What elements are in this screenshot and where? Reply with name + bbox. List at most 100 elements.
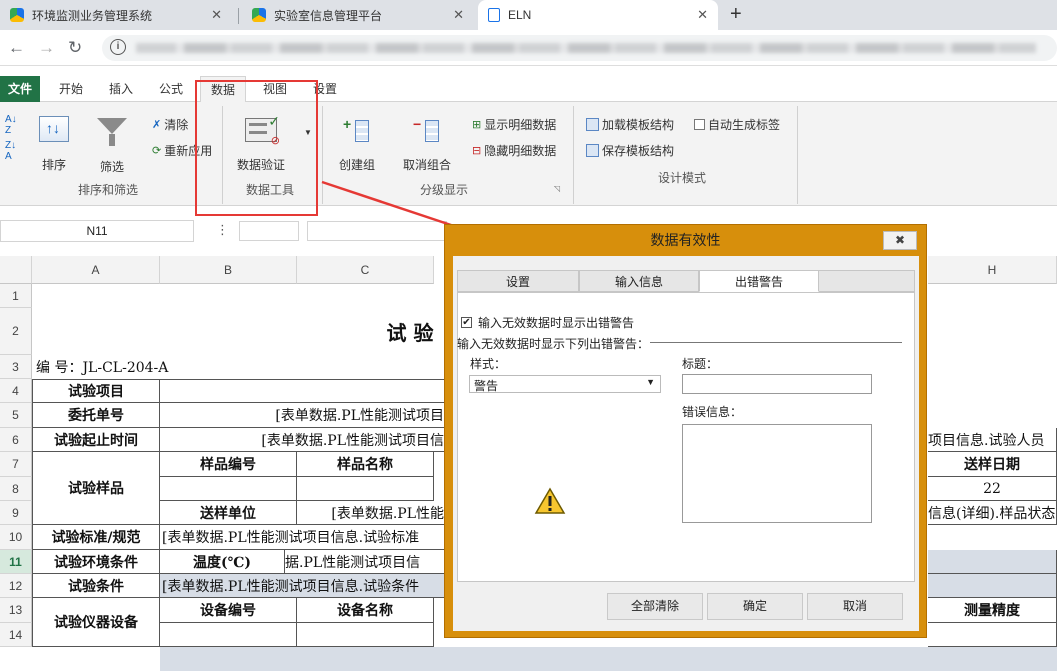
cell-temperature-value[interactable]: 据.PL性能测试项目信: [285, 550, 445, 574]
cell-temperature[interactable]: 温度(℃): [160, 550, 285, 574]
more-options-icon[interactable]: ⋮: [216, 222, 229, 238]
row-header-14[interactable]: 14: [0, 623, 32, 647]
column-header-c[interactable]: C: [297, 256, 434, 284]
cell-device-no[interactable]: [160, 623, 297, 647]
sort-button[interactable]: ↑↓ 排序: [34, 116, 74, 173]
filter-button[interactable]: 筛选: [92, 116, 132, 175]
close-tab-icon[interactable]: ✕: [211, 7, 222, 23]
cell-test-standard[interactable]: [表单数据.PL性能测试项目信息.试验标准: [160, 525, 445, 550]
cell-delivery-date[interactable]: 22: [928, 477, 1057, 501]
cell-test-condition-ext[interactable]: [928, 574, 1057, 598]
browser-tab-env[interactable]: 环境监测业务管理系统 ✕: [0, 0, 232, 30]
clear-all-button[interactable]: 全部清除: [607, 593, 703, 620]
row-header-10[interactable]: 10: [0, 525, 32, 550]
row-header-6[interactable]: 6: [0, 428, 32, 452]
cell-order-no[interactable]: [表单数据.PL性能测试项目: [160, 403, 445, 428]
cancel-button[interactable]: 取消: [807, 593, 903, 620]
clear-button[interactable]: ✗ 清除: [152, 116, 188, 133]
new-tab-button[interactable]: +: [730, 3, 742, 26]
title-input[interactable]: [682, 374, 872, 394]
auto-tag-checkbox[interactable]: 自动生成标签: [694, 116, 780, 133]
ok-button[interactable]: 确定: [707, 593, 803, 620]
label-test-sample[interactable]: 试验样品: [32, 452, 160, 525]
row-header-4[interactable]: 4: [0, 379, 32, 403]
save-template-label: 保存模板结构: [602, 144, 675, 158]
sheet-title[interactable]: 试 验: [380, 308, 440, 355]
cell-precision[interactable]: [928, 623, 1057, 647]
cell-test-period[interactable]: [表单数据.PL性能测试项目信: [160, 428, 445, 452]
tab-input-message[interactable]: 输入信息: [579, 270, 699, 292]
show-detail-button[interactable]: ⊞ 显示明细数据: [472, 116, 556, 133]
cell-test-condition[interactable]: [表单数据.PL性能测试项目信息.试验条件: [160, 574, 445, 598]
sort-ascending-icon[interactable]: A↓ Z: [5, 114, 17, 136]
label-instruments[interactable]: 试验仪器设备: [32, 598, 160, 647]
back-arrow-icon[interactable]: ←: [8, 38, 25, 58]
cell-test-staff[interactable]: 项目信息.试验人员: [928, 428, 1057, 452]
tab-settings[interactable]: 设置: [457, 270, 579, 292]
ungroup-button[interactable]: − 取消组合: [400, 116, 454, 173]
label-env-condition[interactable]: 试验环境条件: [32, 550, 160, 574]
cell-sample-name[interactable]: [297, 477, 434, 501]
row-header-5[interactable]: 5: [0, 403, 32, 428]
cell-sample-state[interactable]: 信息(详细).样品状态: [928, 501, 1057, 525]
select-all-corner[interactable]: [0, 256, 32, 284]
column-header-h[interactable]: H: [928, 256, 1057, 284]
load-template-button[interactable]: 加载模板结构: [586, 116, 674, 133]
column-header-b[interactable]: B: [160, 256, 297, 284]
error-message-textarea[interactable]: [682, 424, 872, 523]
show-detail-label: 显示明细数据: [484, 118, 557, 132]
info-icon[interactable]: i: [110, 39, 126, 55]
cell-selected-row[interactable]: [928, 550, 1057, 574]
close-tab-icon[interactable]: ✕: [697, 7, 708, 23]
create-group-button[interactable]: + 创建组: [333, 116, 381, 173]
label-test-period[interactable]: 试验起止时间: [32, 428, 160, 452]
warning-icon: [534, 487, 566, 514]
formula-options-box[interactable]: [239, 221, 299, 241]
label-test-standard[interactable]: 试验标准/规范: [32, 525, 160, 550]
tab-formula[interactable]: 公式: [152, 76, 190, 102]
tab-file[interactable]: 文件: [0, 76, 40, 102]
label-test-item[interactable]: 试验项目: [32, 379, 160, 403]
header-device-name[interactable]: 设备名称: [297, 598, 434, 623]
header-sample-name[interactable]: 样品名称: [297, 452, 434, 477]
hide-detail-button[interactable]: ⊟ 隐藏明细数据: [472, 142, 556, 159]
header-sample-no[interactable]: 样品编号: [160, 452, 297, 477]
row-header-8[interactable]: 8: [0, 477, 32, 501]
save-template-button[interactable]: 保存模板结构: [586, 142, 674, 159]
cell-test-item[interactable]: [160, 379, 445, 403]
reload-icon[interactable]: ↻: [68, 38, 82, 58]
style-select[interactable]: 警告 ▼: [469, 375, 661, 393]
name-box[interactable]: N11: [0, 220, 194, 242]
row-header-12[interactable]: 12: [0, 574, 32, 598]
row-header-13[interactable]: 13: [0, 598, 32, 623]
label-order-no[interactable]: 委托单号: [32, 403, 160, 428]
cell-sample-no[interactable]: [160, 477, 297, 501]
cell-delivery-unit[interactable]: [表单数据.PL性能: [297, 501, 445, 525]
forward-arrow-icon[interactable]: →: [38, 38, 55, 58]
dialog-launcher-icon[interactable]: ◹: [554, 184, 560, 193]
tab-insert[interactable]: 插入: [102, 76, 140, 102]
tab-home[interactable]: 开始: [52, 76, 90, 102]
header-precision[interactable]: 测量精度: [928, 598, 1057, 623]
row-header-9[interactable]: 9: [0, 501, 32, 525]
row-header-2[interactable]: 2: [0, 308, 32, 355]
tab-error-alert[interactable]: 出错警告: [699, 270, 819, 292]
browser-tab-lims[interactable]: 实验室信息管理平台 ✕: [242, 0, 474, 30]
header-delivery-date[interactable]: 送样日期: [928, 452, 1057, 477]
show-error-checkbox[interactable]: ✔ 输入无效数据时显示出错警告: [461, 314, 634, 331]
sort-descending-icon[interactable]: Z↓ A: [5, 140, 16, 162]
label-test-condition[interactable]: 试验条件: [32, 574, 160, 598]
browser-tab-eln[interactable]: ELN ✕: [478, 0, 718, 30]
url-field[interactable]: i: [102, 35, 1057, 61]
column-header-a[interactable]: A: [32, 256, 160, 284]
row-header-3[interactable]: 3: [0, 355, 32, 379]
dialog-close-button[interactable]: ✖: [883, 231, 917, 250]
header-device-no[interactable]: 设备编号: [160, 598, 297, 623]
row-header-11[interactable]: 11: [0, 550, 32, 574]
row-header-1[interactable]: 1: [0, 284, 32, 308]
close-tab-icon[interactable]: ✕: [453, 7, 464, 23]
cell-device-name[interactable]: [297, 623, 434, 647]
header-delivery-unit[interactable]: 送样单位: [160, 501, 297, 525]
row-header-7[interactable]: 7: [0, 452, 32, 477]
record-code[interactable]: 编 号：JL-CL-204-A: [32, 355, 332, 379]
